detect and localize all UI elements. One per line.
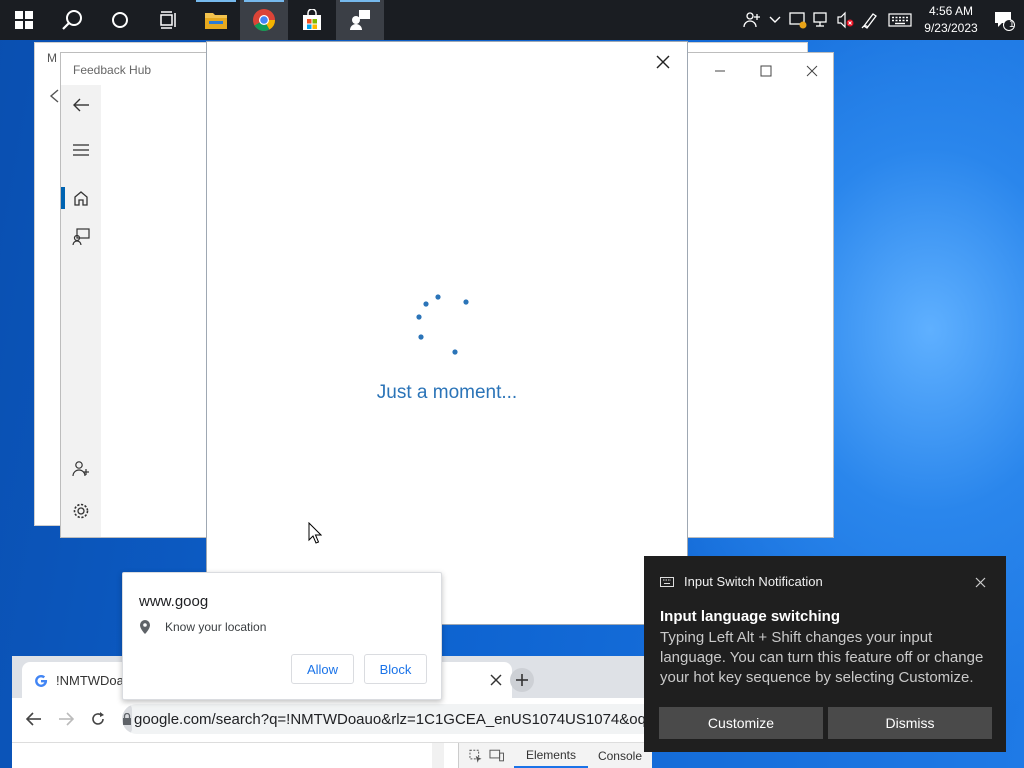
devtools-panel: Elements Console: [458, 743, 652, 768]
permission-request-text: Know your location: [165, 620, 267, 634]
loading-text: Just a moment...: [376, 382, 518, 403]
maximize-button[interactable]: [743, 61, 789, 81]
devtools-tab-console[interactable]: Console: [588, 749, 652, 763]
toast-body: Typing Left Alt + Shift changes your inp…: [660, 629, 984, 686]
feedback-hub-button[interactable]: [336, 0, 384, 40]
nav-rail: [61, 85, 101, 537]
windows-logo-icon: [15, 11, 33, 29]
back-arrow-icon[interactable]: [25, 712, 42, 731]
tab-close-icon[interactable]: [490, 674, 502, 686]
folder-icon: [205, 13, 227, 29]
running-indicator: [196, 0, 236, 2]
minimize-icon: [715, 70, 725, 72]
taskbar: 4:56 AM 9/23/2023 1: [0, 0, 1024, 40]
permission-site: www.goog: [139, 593, 209, 610]
mouse-pointer-icon: [308, 522, 322, 544]
keyboard-icon[interactable]: [882, 0, 918, 40]
close-icon: [975, 577, 985, 587]
running-indicator: [244, 0, 284, 2]
store-icon: [303, 9, 321, 30]
device-toggle-icon[interactable]: [488, 749, 504, 763]
nav-settings[interactable]: [61, 491, 101, 531]
toast-close-button[interactable]: [972, 574, 988, 590]
notification-count-badge: 1: [1009, 19, 1015, 30]
pen-icon[interactable]: [858, 0, 882, 40]
tab-title: !NMTWDoau: [56, 672, 132, 688]
gear-icon: [73, 503, 89, 519]
task-view-icon: [160, 11, 176, 29]
nav-feedback[interactable]: [61, 217, 101, 257]
toast-header: Input Switch Notification: [660, 574, 823, 589]
google-g-icon: [35, 674, 48, 687]
page-content: Elements Console: [12, 742, 652, 768]
feedback-icon: [72, 228, 90, 246]
add-person-icon: [72, 461, 89, 477]
scrollbar[interactable]: [432, 743, 444, 768]
file-explorer-button[interactable]: [192, 0, 240, 40]
home-icon: [74, 191, 88, 206]
chevron-up-icon[interactable]: [764, 0, 786, 40]
hamburger-icon: [73, 144, 89, 156]
window-title: M: [47, 51, 57, 65]
chrome-button[interactable]: [240, 0, 288, 40]
loading-dialog[interactable]: Just a moment...: [206, 41, 688, 625]
forward-arrow-icon[interactable]: [58, 712, 75, 731]
nav-account[interactable]: [61, 449, 101, 489]
block-button[interactable]: Block: [364, 654, 427, 684]
search-icon: [62, 10, 82, 30]
window-title: Feedback Hub: [73, 63, 152, 77]
new-tab-button[interactable]: [510, 668, 534, 692]
customize-button[interactable]: Customize: [659, 707, 823, 739]
running-indicator: [340, 0, 380, 2]
cortana-button[interactable]: [96, 0, 144, 40]
location-permission-popup[interactable]: www.goog Know your location Allow Block: [122, 572, 442, 700]
search-button[interactable]: [48, 0, 96, 40]
plus-icon: [516, 674, 528, 686]
volume-muted-icon[interactable]: [834, 0, 858, 40]
close-icon: [806, 65, 818, 77]
close-button[interactable]: [789, 61, 835, 81]
allow-button[interactable]: Allow: [291, 654, 354, 684]
dismiss-button[interactable]: Dismiss: [828, 707, 992, 739]
defender-icon[interactable]: [786, 0, 810, 40]
address-bar[interactable]: google.com/search?q=!NMTWDoauo&rlz=1C1GC…: [122, 704, 662, 734]
lock-icon[interactable]: [122, 704, 132, 734]
network-icon[interactable]: [810, 0, 834, 40]
people-icon[interactable]: [740, 0, 764, 40]
minimize-button[interactable]: [697, 61, 743, 81]
toast-title: Input language switching: [660, 608, 840, 625]
nav-home[interactable]: [61, 178, 101, 218]
reload-icon[interactable]: [90, 711, 106, 732]
loading-spinner-icon: [416, 294, 469, 355]
cortana-icon: [112, 12, 128, 28]
taskbar-clock[interactable]: 4:56 AM 9/23/2023: [918, 3, 984, 37]
system-tray: 4:56 AM 9/23/2023 1: [740, 0, 1024, 40]
close-icon: [656, 55, 670, 69]
task-view-button[interactable]: [144, 0, 192, 40]
toast-app-name: Input Switch Notification: [684, 574, 823, 589]
maximize-icon: [760, 65, 772, 77]
back-button[interactable]: [61, 85, 101, 125]
input-switch-toast[interactable]: Input Switch Notification Input language…: [644, 556, 1006, 752]
chrome-icon: [253, 9, 275, 31]
permission-request: Know your location: [139, 619, 266, 635]
store-button[interactable]: [288, 0, 336, 40]
location-pin-icon: [140, 620, 150, 634]
address-toolbar: google.com/search?q=!NMTWDoauo&rlz=1C1GC…: [12, 698, 662, 742]
dialog-close-button[interactable]: [651, 50, 675, 74]
devtools-tab-elements[interactable]: Elements: [513, 744, 588, 768]
url-text: google.com/search?q=!NMTWDoauo&rlz=1C1GC…: [134, 710, 662, 728]
hamburger-menu-button[interactable]: [61, 130, 101, 170]
clock-date: 9/23/2023: [924, 21, 978, 35]
feedback-hub-icon: [350, 10, 370, 30]
start-button[interactable]: [0, 0, 48, 40]
inspect-icon[interactable]: [469, 749, 483, 763]
back-arrow-icon: [73, 98, 89, 112]
clock-time: 4:56 AM: [928, 4, 974, 18]
action-center-button[interactable]: 1: [984, 0, 1024, 40]
keyboard-icon: [660, 576, 674, 587]
